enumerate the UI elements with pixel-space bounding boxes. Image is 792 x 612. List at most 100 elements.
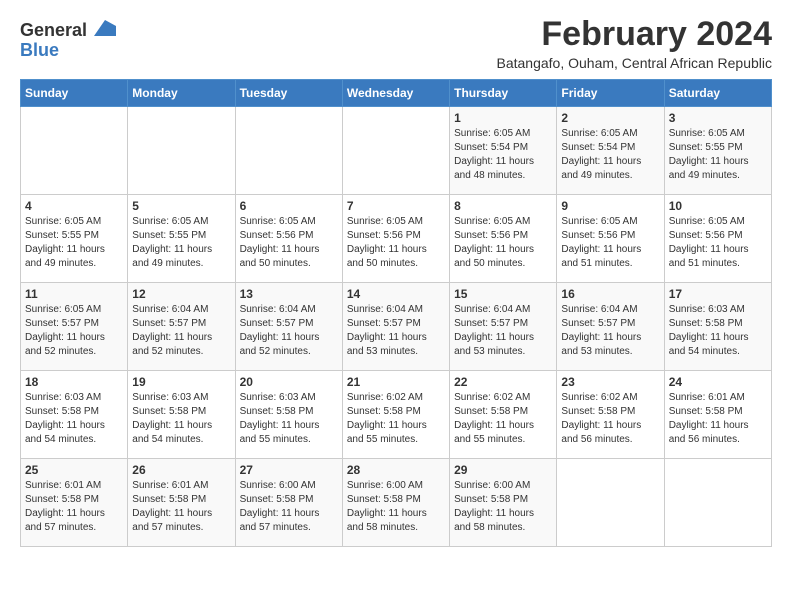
cell-info: Sunrise: 6:05 AM Sunset: 5:56 PM Dayligh… <box>669 215 767 271</box>
cell-info: Sunrise: 6:01 AM Sunset: 5:58 PM Dayligh… <box>669 391 767 447</box>
day-number: 12 <box>132 287 230 301</box>
calendar-cell <box>21 107 128 195</box>
weekday-header-saturday: Saturday <box>664 80 771 107</box>
cell-info: Sunrise: 6:05 AM Sunset: 5:56 PM Dayligh… <box>561 215 659 271</box>
cell-info: Sunrise: 6:04 AM Sunset: 5:57 PM Dayligh… <box>347 303 445 359</box>
calendar-cell: 9 Sunrise: 6:05 AM Sunset: 5:56 PM Daylig… <box>557 195 664 283</box>
day-number: 11 <box>25 287 123 301</box>
day-number: 26 <box>132 463 230 477</box>
cell-info: Sunrise: 6:04 AM Sunset: 5:57 PM Dayligh… <box>132 303 230 359</box>
cell-info: Sunrise: 6:00 AM Sunset: 5:58 PM Dayligh… <box>240 479 338 535</box>
calendar-cell: 13 Sunrise: 6:04 AM Sunset: 5:57 PM Dayli… <box>235 283 342 371</box>
logo-blue-text: Blue <box>20 40 59 60</box>
day-number: 20 <box>240 375 338 389</box>
weekday-header-row: SundayMondayTuesdayWednesdayThursdayFrid… <box>21 80 772 107</box>
weekday-header-wednesday: Wednesday <box>342 80 449 107</box>
day-number: 19 <box>132 375 230 389</box>
cell-info: Sunrise: 6:04 AM Sunset: 5:57 PM Dayligh… <box>240 303 338 359</box>
week-row-4: 18 Sunrise: 6:03 AM Sunset: 5:58 PM Dayli… <box>21 371 772 459</box>
logo: General Blue <box>20 20 116 61</box>
calendar-cell: 22 Sunrise: 6:02 AM Sunset: 5:58 PM Dayli… <box>450 371 557 459</box>
calendar-cell: 16Sunrise: 6:04 AM Sunset: 5:57 PM Dayli… <box>557 283 664 371</box>
day-number: 1 <box>454 111 552 125</box>
day-number: 10 <box>669 199 767 213</box>
day-number: 14 <box>347 287 445 301</box>
day-number: 6 <box>240 199 338 213</box>
calendar-cell <box>128 107 235 195</box>
day-number: 8 <box>454 199 552 213</box>
calendar-cell: 8 Sunrise: 6:05 AM Sunset: 5:56 PM Daylig… <box>450 195 557 283</box>
cell-info: Sunrise: 6:05 AM Sunset: 5:55 PM Dayligh… <box>132 215 230 271</box>
cell-info: Sunrise: 6:03 AM Sunset: 5:58 PM Dayligh… <box>132 391 230 447</box>
cell-info: Sunrise: 6:05 AM Sunset: 5:55 PM Dayligh… <box>669 127 767 183</box>
cell-info: Sunrise: 6:05 AM Sunset: 5:56 PM Dayligh… <box>347 215 445 271</box>
calendar-body: 1 Sunrise: 6:05 AM Sunset: 5:54 PM Daylig… <box>21 107 772 547</box>
day-number: 7 <box>347 199 445 213</box>
calendar-cell: 24 Sunrise: 6:01 AM Sunset: 5:58 PM Dayli… <box>664 371 771 459</box>
cell-info: Sunrise: 6:01 AM Sunset: 5:58 PM Dayligh… <box>132 479 230 535</box>
cell-info: Sunrise: 6:04 AM Sunset: 5:57 PM Dayligh… <box>454 303 552 359</box>
month-title: February 2024 <box>497 16 773 53</box>
calendar-cell: 5 Sunrise: 6:05 AM Sunset: 5:55 PM Daylig… <box>128 195 235 283</box>
day-number: 15 <box>454 287 552 301</box>
day-number: 21 <box>347 375 445 389</box>
cell-info: Sunrise: 6:05 AM Sunset: 5:54 PM Dayligh… <box>454 127 552 183</box>
calendar-cell: 29 Sunrise: 6:00 AM Sunset: 5:58 PM Dayli… <box>450 459 557 547</box>
cell-info: Sunrise: 6:02 AM Sunset: 5:58 PM Dayligh… <box>561 391 659 447</box>
weekday-header-friday: Friday <box>557 80 664 107</box>
calendar-cell: 19 Sunrise: 6:03 AM Sunset: 5:58 PM Dayli… <box>128 371 235 459</box>
title-block: February 2024 Batangafo, Ouham, Central … <box>497 16 773 71</box>
calendar-cell: 23Sunrise: 6:02 AM Sunset: 5:58 PM Dayli… <box>557 371 664 459</box>
day-number: 9 <box>561 199 659 213</box>
calendar-cell: 4 Sunrise: 6:05 AM Sunset: 5:55 PM Daylig… <box>21 195 128 283</box>
calendar-cell: 10 Sunrise: 6:05 AM Sunset: 5:56 PM Dayli… <box>664 195 771 283</box>
week-row-3: 11Sunrise: 6:05 AM Sunset: 5:57 PM Dayli… <box>21 283 772 371</box>
logo-icon <box>94 20 116 36</box>
calendar-cell: 14 Sunrise: 6:04 AM Sunset: 5:57 PM Dayli… <box>342 283 449 371</box>
weekday-header-sunday: Sunday <box>21 80 128 107</box>
week-row-2: 4 Sunrise: 6:05 AM Sunset: 5:55 PM Daylig… <box>21 195 772 283</box>
cell-info: Sunrise: 6:01 AM Sunset: 5:58 PM Dayligh… <box>25 479 123 535</box>
calendar-cell <box>342 107 449 195</box>
day-number: 24 <box>669 375 767 389</box>
week-row-5: 25 Sunrise: 6:01 AM Sunset: 5:58 PM Dayli… <box>21 459 772 547</box>
calendar-cell: 6Sunrise: 6:05 AM Sunset: 5:56 PM Daylig… <box>235 195 342 283</box>
cell-info: Sunrise: 6:05 AM Sunset: 5:55 PM Dayligh… <box>25 215 123 271</box>
calendar-cell: 12 Sunrise: 6:04 AM Sunset: 5:57 PM Dayli… <box>128 283 235 371</box>
cell-info: Sunrise: 6:00 AM Sunset: 5:58 PM Dayligh… <box>347 479 445 535</box>
day-number: 27 <box>240 463 338 477</box>
calendar-table: SundayMondayTuesdayWednesdayThursdayFrid… <box>20 79 772 547</box>
day-number: 13 <box>240 287 338 301</box>
cell-info: Sunrise: 6:00 AM Sunset: 5:58 PM Dayligh… <box>454 479 552 535</box>
calendar-cell: 25 Sunrise: 6:01 AM Sunset: 5:58 PM Dayli… <box>21 459 128 547</box>
day-number: 3 <box>669 111 767 125</box>
cell-info: Sunrise: 6:02 AM Sunset: 5:58 PM Dayligh… <box>347 391 445 447</box>
calendar-cell: 11Sunrise: 6:05 AM Sunset: 5:57 PM Dayli… <box>21 283 128 371</box>
day-number: 22 <box>454 375 552 389</box>
calendar-cell: 28 Sunrise: 6:00 AM Sunset: 5:58 PM Dayli… <box>342 459 449 547</box>
day-number: 18 <box>25 375 123 389</box>
subtitle: Batangafo, Ouham, Central African Republ… <box>497 55 773 71</box>
calendar-cell <box>235 107 342 195</box>
cell-info: Sunrise: 6:02 AM Sunset: 5:58 PM Dayligh… <box>454 391 552 447</box>
day-number: 29 <box>454 463 552 477</box>
calendar-cell: 17Sunrise: 6:03 AM Sunset: 5:58 PM Dayli… <box>664 283 771 371</box>
day-number: 5 <box>132 199 230 213</box>
day-number: 17 <box>669 287 767 301</box>
day-number: 4 <box>25 199 123 213</box>
cell-info: Sunrise: 6:05 AM Sunset: 5:56 PM Dayligh… <box>454 215 552 271</box>
calendar-cell: 1 Sunrise: 6:05 AM Sunset: 5:54 PM Daylig… <box>450 107 557 195</box>
weekday-header-thursday: Thursday <box>450 80 557 107</box>
calendar-cell <box>664 459 771 547</box>
header: General Blue February 2024 Batangafo, Ou… <box>20 16 772 71</box>
cell-info: Sunrise: 6:03 AM Sunset: 5:58 PM Dayligh… <box>240 391 338 447</box>
logo-general-text: General <box>20 20 87 40</box>
calendar-cell <box>557 459 664 547</box>
day-number: 25 <box>25 463 123 477</box>
calendar-cell: 7 Sunrise: 6:05 AM Sunset: 5:56 PM Daylig… <box>342 195 449 283</box>
day-number: 16 <box>561 287 659 301</box>
week-row-1: 1 Sunrise: 6:05 AM Sunset: 5:54 PM Daylig… <box>21 107 772 195</box>
weekday-header-tuesday: Tuesday <box>235 80 342 107</box>
day-number: 28 <box>347 463 445 477</box>
calendar-cell: 21 Sunrise: 6:02 AM Sunset: 5:58 PM Dayli… <box>342 371 449 459</box>
